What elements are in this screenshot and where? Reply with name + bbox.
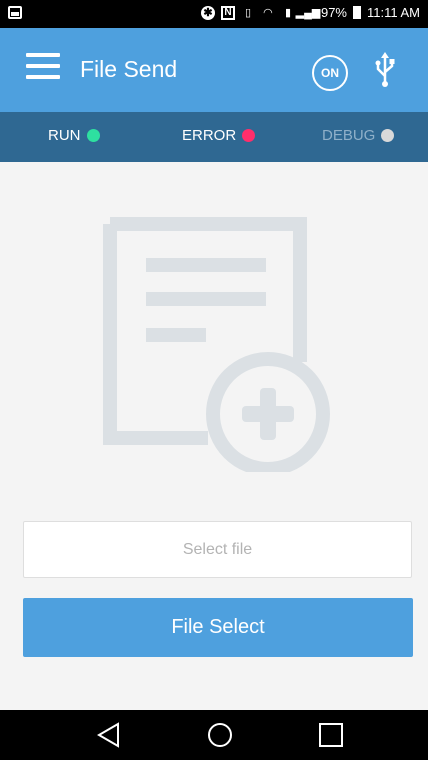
run-indicator: RUN: [48, 127, 100, 144]
clock: 11:11 AM: [367, 5, 420, 20]
run-status-dot: [86, 129, 100, 142]
vibrate-icon: ▯: [244, 6, 251, 19]
signal-icon: ▂▄▆: [295, 6, 321, 19]
page-title: File Send: [80, 56, 178, 82]
usb-icon[interactable]: [375, 52, 395, 88]
run-label: RUN: [48, 127, 81, 144]
hamburger-menu-icon[interactable]: [26, 53, 60, 79]
wifi-icon: ◠: [263, 6, 273, 19]
home-circle-icon[interactable]: [205, 720, 235, 750]
back-triangle-icon[interactable]: [94, 720, 124, 750]
error-status-dot: [242, 129, 256, 142]
debug-indicator: DEBUG: [322, 127, 395, 144]
status-indicator-row: RUN ERROR DEBUG: [0, 112, 428, 162]
system-status-bar: ✱ N ▯ ◠ ▮ ▂▄▆ 97% 11:11 AM: [0, 0, 428, 28]
recent-square-icon[interactable]: [316, 720, 346, 750]
file-path-field[interactable]: Select file: [23, 521, 412, 578]
power-on-toggle[interactable]: ON: [312, 55, 348, 91]
nfc-icon: N: [220, 5, 235, 20]
system-nav-bar: [0, 710, 428, 760]
battery-percent: 97%: [320, 5, 347, 20]
debug-label: DEBUG: [322, 127, 376, 144]
file-select-button[interactable]: File Select: [23, 598, 413, 657]
battery-icon: [353, 6, 361, 19]
error-indicator: ERROR: [182, 127, 256, 144]
error-label: ERROR: [182, 127, 237, 144]
app-bar: File Send ON: [0, 28, 428, 112]
status-icons: ✱ N ▯ ◠ ▮ ▂▄▆ 97% 11:11 AM: [200, 5, 420, 20]
data-icon: ▮: [284, 6, 291, 19]
document-add-icon: [103, 217, 330, 472]
gallery-notification-icon: [8, 6, 22, 19]
bluetooth-icon: ✱: [200, 5, 215, 20]
debug-status-dot: [381, 129, 395, 142]
